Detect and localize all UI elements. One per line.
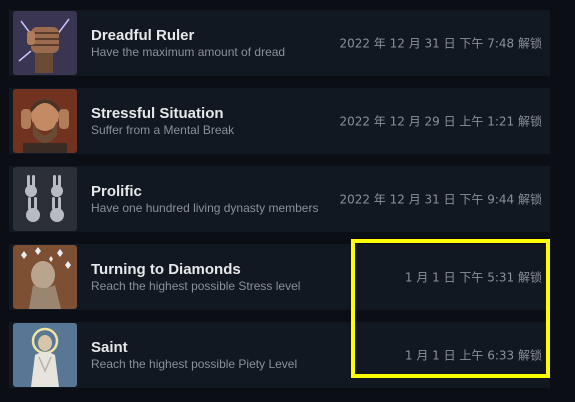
unlock-date: 2022 年 12 月 31 日 下午 9:44 解锁 bbox=[339, 192, 542, 207]
scrollbar-track[interactable] bbox=[550, 0, 575, 402]
saint-icon bbox=[13, 323, 77, 387]
distressed-man-icon bbox=[13, 89, 77, 153]
clenched-fist-icon bbox=[13, 11, 77, 75]
achievement-row: Prolific Have one hundred living dynasty… bbox=[9, 166, 550, 232]
achievement-row: Stressful Situation Suffer from a Mental… bbox=[9, 88, 550, 154]
achievement-list: Dreadful Ruler Have the maximum amount o… bbox=[9, 10, 550, 400]
unlock-date: 1 月 1 日 上午 6:33 解锁 bbox=[404, 348, 542, 363]
achievement-row: Saint Reach the highest possible Piety L… bbox=[9, 322, 550, 388]
diamond-statue-icon bbox=[13, 245, 77, 309]
achievement-row: Turning to Diamonds Reach the highest po… bbox=[9, 244, 550, 310]
unlock-date: 2022 年 12 月 29 日 上午 1:21 解锁 bbox=[339, 114, 542, 129]
rabbits-icon bbox=[13, 167, 77, 231]
unlock-date: 2022 年 12 月 31 日 下午 7:48 解锁 bbox=[339, 36, 542, 51]
unlock-date: 1 月 1 日 下午 5:31 解锁 bbox=[404, 270, 542, 285]
achievement-row: Dreadful Ruler Have the maximum amount o… bbox=[9, 10, 550, 76]
